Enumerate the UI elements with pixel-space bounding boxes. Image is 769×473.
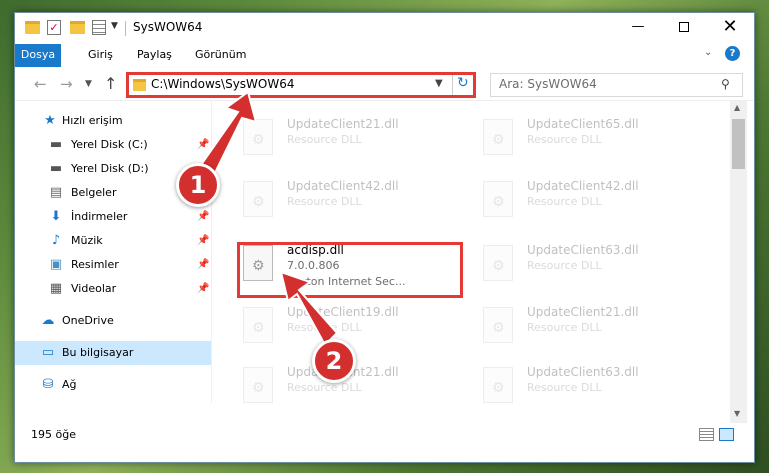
- arrow-2: [279, 270, 339, 347]
- step-badge-2: 2: [312, 339, 356, 383]
- step-badge-1: 1: [176, 163, 220, 207]
- annotation-arrows: [194, 90, 339, 347]
